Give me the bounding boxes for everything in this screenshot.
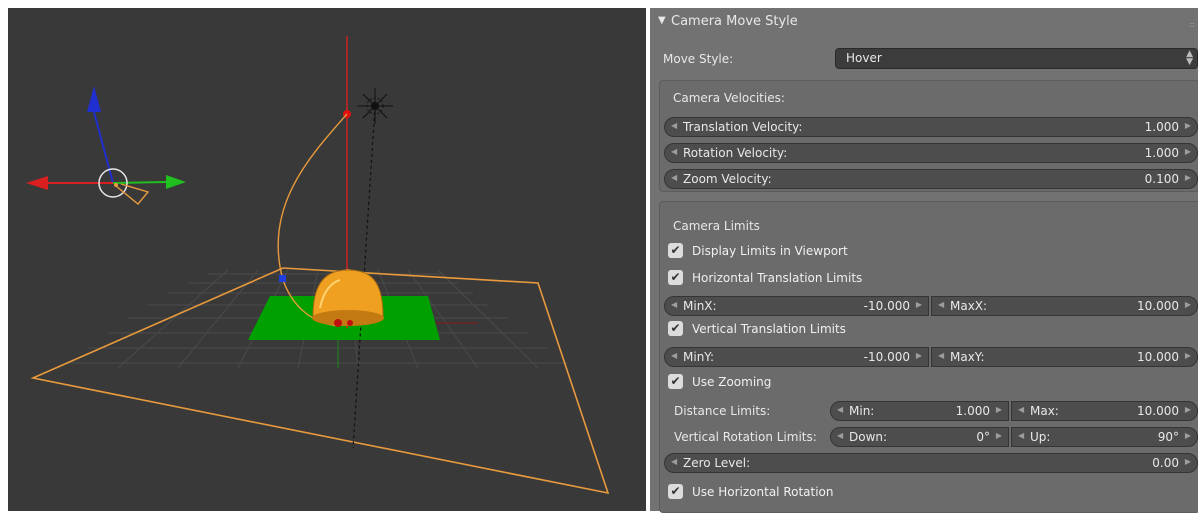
orange-object[interactable] [312, 269, 384, 327]
updown-arrow-icon: ▲ ▼ [1186, 49, 1193, 67]
chevron-left-icon: ◀ [671, 300, 678, 309]
chevron-right-icon: ▶ [1184, 351, 1191, 360]
checkmark-icon: ✔ [670, 321, 681, 335]
chevron-right-icon[interactable]: ▶ [1185, 147, 1191, 156]
chevron-left-icon[interactable]: ◀ [671, 173, 677, 182]
x-axis-arrow-icon [26, 176, 48, 190]
velocities-title: Camera Velocities: [673, 91, 785, 105]
panel-header[interactable]: ▼ Camera Move Style ::: [650, 8, 1198, 38]
checkmark-icon: ✔ [670, 484, 681, 498]
display-limits-checkbox[interactable]: ✔ [668, 243, 683, 258]
z-axis-arrow-icon [87, 86, 101, 112]
zoom-velocity-field[interactable]: ◀ Zoom Velocity: 0.100 ▶ [664, 169, 1198, 189]
distance-limits-label: Distance Limits: [674, 404, 771, 418]
translation-velocity-field[interactable]: ◀ Translation Velocity: 1.000 ▶ [664, 117, 1198, 137]
sun-lamp-icon[interactable] [357, 88, 393, 124]
use-zooming-label: Use Zooming [692, 375, 772, 389]
triangle-down-icon[interactable]: ▼ [658, 15, 666, 26]
distance-min-field[interactable]: ◀ Min: 1.000 ▶ [830, 401, 1009, 421]
distance-max-field[interactable]: ◀ Max: 10.000 ▶ [1011, 401, 1198, 421]
chevron-left-icon: ◀ [1018, 405, 1025, 414]
vertical-limits-checkbox[interactable]: ✔ [668, 321, 683, 336]
chevron-right-icon: ▶ [1184, 457, 1191, 466]
chevron-right-icon: ▶ [915, 351, 922, 360]
chevron-right-icon[interactable]: ▶ [1185, 173, 1191, 182]
chevron-right-icon[interactable]: ▶ [1185, 121, 1191, 130]
rotation-down-field[interactable]: ◀ Down: 0° ▶ [830, 427, 1009, 447]
horizontal-limits-label: Horizontal Translation Limits [692, 271, 863, 285]
use-horizontal-rotation-label: Use Horizontal Rotation [692, 485, 834, 499]
rotation-velocity-field[interactable]: ◀ Rotation Velocity: 1.000 ▶ [664, 143, 1198, 163]
checkmark-icon: ✔ [670, 243, 681, 257]
3d-viewport[interactable] [8, 8, 646, 511]
chevron-left-icon: ◀ [837, 431, 844, 440]
chevron-left-icon: ◀ [837, 405, 844, 414]
chevron-left-icon: ◀ [938, 300, 945, 309]
chevron-right-icon: ▶ [915, 300, 922, 309]
properties-panel: ▼ Camera Move Style ::: Move Style: Hove… [650, 8, 1198, 513]
checkmark-icon: ✔ [670, 270, 681, 284]
rotation-up-field[interactable]: ◀ Up: 90° ▶ [1011, 427, 1198, 447]
use-horizontal-rotation-checkbox[interactable]: ✔ [668, 484, 683, 499]
checkmark-icon: ✔ [670, 374, 681, 388]
minx-field[interactable]: ◀ MinX: -10.000 ▶ [664, 296, 929, 316]
move-style-select[interactable]: Hover ▲ ▼ [835, 48, 1198, 69]
chevron-right-icon: ▶ [995, 431, 1002, 440]
vertical-limits-label: Vertical Translation Limits [692, 322, 846, 336]
chevron-left-icon[interactable]: ◀ [671, 147, 677, 156]
chevron-left-icon: ◀ [938, 351, 945, 360]
move-style-value: Hover [846, 51, 882, 65]
chevron-right-icon: ▶ [1184, 431, 1191, 440]
display-limits-label: Display Limits in Viewport [692, 244, 848, 258]
miny-field[interactable]: ◀ MinY: -10.000 ▶ [664, 347, 929, 367]
maxy-field[interactable]: ◀ MaxY: 10.000 ▶ [931, 347, 1198, 367]
maxx-field[interactable]: ◀ MaxX: 10.000 ▶ [931, 296, 1198, 316]
vertical-rotation-label: Vertical Rotation Limits: [674, 430, 817, 444]
axis-gizmo[interactable] [26, 86, 186, 205]
chevron-left-icon: ◀ [671, 457, 678, 466]
horizontal-limits-checkbox[interactable]: ✔ [668, 270, 683, 285]
chevron-right-icon: ▶ [1184, 405, 1191, 414]
limits-title: Camera Limits [673, 219, 760, 233]
y-axis-arrow-icon [166, 175, 186, 189]
chevron-right-icon: ▶ [995, 405, 1002, 414]
zero-level-field[interactable]: ◀ Zero Level: 0.00 ▶ [664, 453, 1198, 473]
chevron-left-icon: ◀ [671, 351, 678, 360]
chevron-left-icon: ◀ [1018, 431, 1025, 440]
use-zooming-checkbox[interactable]: ✔ [668, 374, 683, 389]
viewport-scene [26, 36, 610, 495]
move-style-label: Move Style: [663, 52, 734, 66]
chevron-right-icon: ▶ [1184, 300, 1191, 309]
drag-handle-icon[interactable]: ::: [1189, 20, 1195, 29]
panel-title: Camera Move Style [671, 14, 798, 29]
chevron-left-icon[interactable]: ◀ [671, 121, 677, 130]
